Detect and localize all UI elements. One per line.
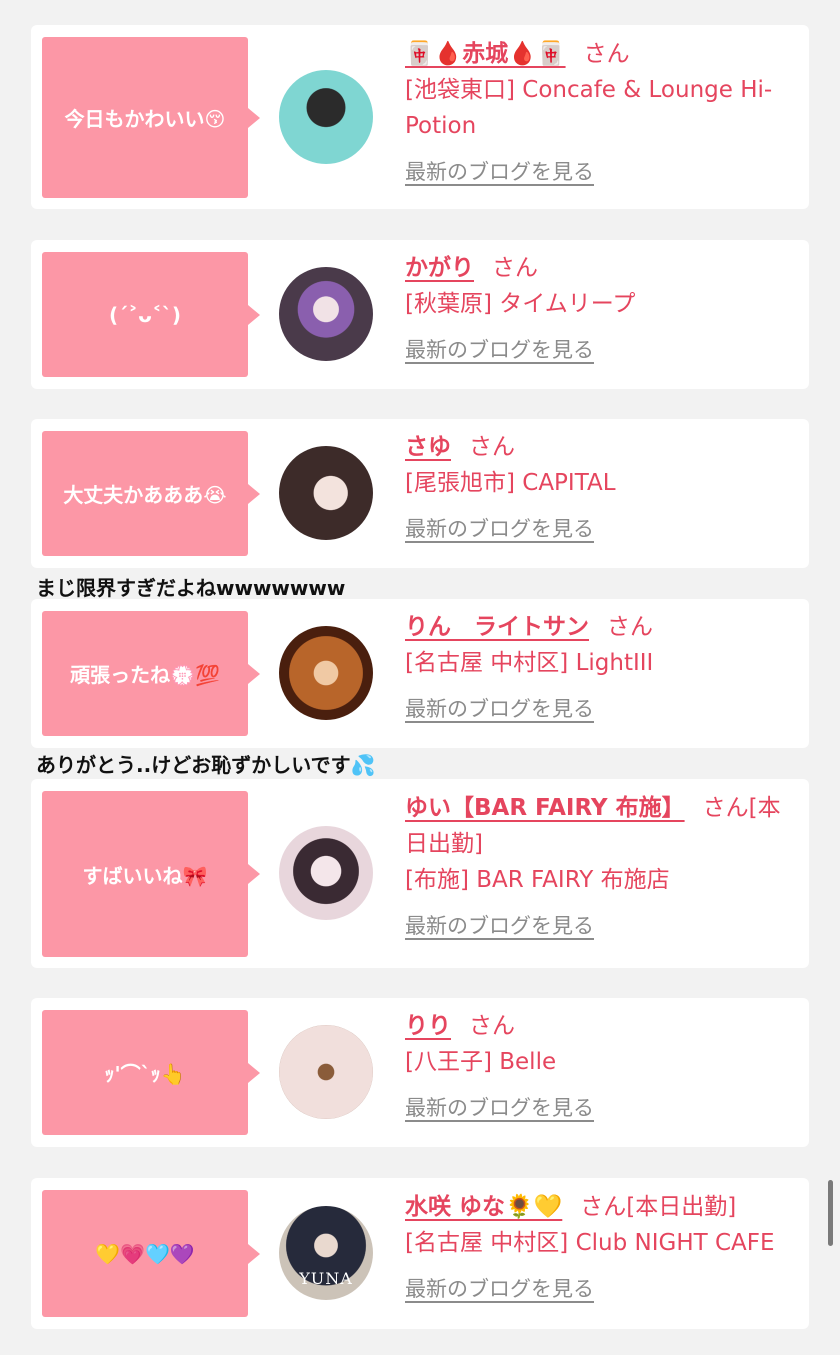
- message-bubble: すばいいね🎀: [42, 791, 260, 957]
- comment-text: まじ限界すぎだよねwwwwwww: [36, 576, 346, 600]
- message-bubble: 💛💗🩵💜: [42, 1190, 260, 1317]
- user-name-link[interactable]: かがり: [405, 255, 474, 281]
- honorific: さん: [469, 1013, 515, 1039]
- honorific: さん: [607, 614, 653, 640]
- avatar-text: YUNA: [299, 1269, 353, 1288]
- user-name-link[interactable]: りん ライトサン: [405, 614, 589, 640]
- shop-label: [尾張旭市] CAPITAL: [405, 470, 616, 496]
- shop-label: [池袋東口] Concafe & Lounge Hi-Potion: [405, 77, 773, 139]
- latest-blog-link[interactable]: 最新のブログを見る: [405, 332, 797, 368]
- blog-card: 今日もかわいい😚 🀄🩸赤城🩸🀄 さん [池袋東口] Concafe & Loung…: [31, 25, 809, 209]
- user-name-link[interactable]: ゆい【BAR FAIRY 布施】: [405, 795, 685, 821]
- blog-card: すばいいね🎀 ゆい【BAR FAIRY 布施】 さん[本日出勤] [布施] BAR…: [31, 779, 809, 968]
- latest-blog-link[interactable]: 最新のブログを見る: [405, 1090, 797, 1126]
- message-bubble: ｯ'⌒`ｯ👆: [42, 1010, 260, 1135]
- avatar[interactable]: [279, 70, 373, 164]
- honorific: さん: [492, 255, 538, 281]
- user-info: りん ライトサン さん [名古屋 中村区] LightIII 最新のブログを見る: [405, 609, 797, 727]
- blog-card: 💛💗🩵💜 YUNA 水咲 ゆな🌻💛 さん[本日出勤] [名古屋 中村区] Club…: [31, 1178, 809, 1329]
- latest-blog-link[interactable]: 最新のブログを見る: [405, 154, 797, 190]
- user-info: ゆい【BAR FAIRY 布施】 さん[本日出勤] [布施] BAR FAIRY …: [405, 790, 797, 944]
- honorific: さん[本日出勤]: [580, 1194, 737, 1220]
- blog-card: 頑張ったね💮💯 りん ライトサン さん [名古屋 中村区] LightIII 最新…: [31, 599, 809, 748]
- blog-card: 大丈夫かあああ😭 さゆ さん [尾張旭市] CAPITAL 最新のブログを見る: [31, 419, 809, 568]
- shop-label: [名古屋 中村区] Club NIGHT CAFE: [405, 1230, 775, 1256]
- user-name-link[interactable]: りり: [405, 1013, 451, 1039]
- avatar[interactable]: [279, 1025, 373, 1119]
- latest-blog-link[interactable]: 最新のブログを見る: [405, 908, 797, 944]
- shop-label: [八王子] Belle: [405, 1049, 557, 1075]
- message-bubble: 大丈夫かあああ😭: [42, 431, 260, 556]
- avatar[interactable]: YUNA: [279, 1206, 373, 1300]
- latest-blog-link[interactable]: 最新のブログを見る: [405, 511, 797, 547]
- avatar[interactable]: [279, 826, 373, 920]
- message-bubble: 頑張ったね💮💯: [42, 611, 260, 736]
- honorific: さん: [583, 41, 630, 67]
- shop-label: [布施] BAR FAIRY 布施店: [405, 867, 670, 893]
- user-name-link[interactable]: 水咲 ゆな🌻💛: [405, 1194, 562, 1220]
- user-info: りり さん [八王子] Belle 最新のブログを見る: [405, 1008, 797, 1126]
- avatar[interactable]: [279, 267, 373, 361]
- user-info: 🀄🩸赤城🩸🀄 さん [池袋東口] Concafe & Lounge Hi-Poti…: [405, 36, 797, 190]
- user-name-link[interactable]: さゆ: [405, 434, 451, 460]
- latest-blog-link[interactable]: 最新のブログを見る: [405, 691, 797, 727]
- user-name-link[interactable]: 🀄🩸赤城🩸🀄: [405, 41, 566, 67]
- blog-card: (ˊ˃ᴗ˂ˋ) かがり さん [秋葉原] タイムリープ 最新のブログを見る: [31, 240, 809, 389]
- honorific: さん: [469, 434, 515, 460]
- avatar[interactable]: [279, 626, 373, 720]
- user-info: さゆ さん [尾張旭市] CAPITAL 最新のブログを見る: [405, 429, 797, 547]
- blog-card: ｯ'⌒`ｯ👆 りり さん [八王子] Belle 最新のブログを見る: [31, 998, 809, 1147]
- avatar[interactable]: [279, 446, 373, 540]
- comment-text: ありがとう..けどお恥ずかしいです💦: [36, 753, 376, 777]
- shop-label: [秋葉原] タイムリープ: [405, 291, 636, 317]
- user-info: かがり さん [秋葉原] タイムリープ 最新のブログを見る: [405, 250, 797, 368]
- message-bubble: (ˊ˃ᴗ˂ˋ): [42, 252, 260, 377]
- message-bubble: 今日もかわいい😚: [42, 37, 260, 198]
- user-info: 水咲 ゆな🌻💛 さん[本日出勤] [名古屋 中村区] Club NIGHT CAF…: [405, 1189, 797, 1307]
- shop-label: [名古屋 中村区] LightIII: [405, 650, 654, 676]
- scrollbar[interactable]: [828, 1180, 833, 1246]
- latest-blog-link[interactable]: 最新のブログを見る: [405, 1271, 797, 1307]
